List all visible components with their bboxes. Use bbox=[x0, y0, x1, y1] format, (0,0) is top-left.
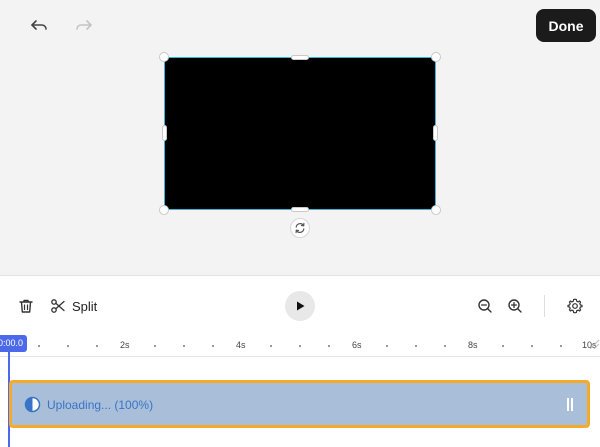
clip-upload-status: Uploading... (100%) bbox=[47, 398, 154, 412]
undo-arrow-icon bbox=[31, 20, 47, 30]
ruler-tick-label: 4s bbox=[236, 340, 246, 350]
resize-handle-top-left[interactable] bbox=[159, 52, 169, 62]
playhead-time[interactable]: 0:00.0 bbox=[0, 335, 28, 352]
redo-button[interactable] bbox=[69, 11, 99, 41]
zoom-out-button[interactable] bbox=[470, 291, 500, 321]
toolbar-divider bbox=[544, 295, 545, 317]
video-clip-track[interactable]: Uploading... (100%) bbox=[9, 380, 590, 428]
ruler-minor-tick bbox=[299, 345, 301, 347]
undo-button[interactable] bbox=[24, 11, 54, 41]
ruler-minor-tick bbox=[183, 345, 185, 347]
play-icon bbox=[297, 301, 305, 311]
ruler-minor-tick bbox=[270, 345, 272, 347]
ruler-minor-tick bbox=[328, 345, 330, 347]
rotate-icon bbox=[295, 222, 305, 234]
ruler-minor-tick bbox=[96, 345, 98, 347]
split-button[interactable]: Split bbox=[50, 291, 97, 321]
ruler-tick-label: 8s bbox=[468, 340, 478, 350]
ruler-minor-tick bbox=[386, 345, 388, 347]
resize-handle-left[interactable] bbox=[162, 125, 167, 141]
ruler-minor-tick bbox=[415, 345, 417, 347]
resize-handle-bottom-left[interactable] bbox=[159, 205, 169, 215]
resize-handle-bottom[interactable] bbox=[291, 207, 309, 212]
trash-icon bbox=[19, 299, 33, 313]
clip-trim-handle[interactable] bbox=[567, 398, 573, 411]
redo-arrow-icon bbox=[76, 20, 92, 30]
play-button[interactable] bbox=[285, 291, 315, 321]
zoom-out-icon bbox=[478, 299, 492, 313]
resize-handle-right[interactable] bbox=[433, 125, 438, 141]
ruler-minor-tick bbox=[444, 345, 446, 347]
gear-icon bbox=[567, 298, 583, 314]
zoom-in-button[interactable] bbox=[500, 291, 530, 321]
ruler-minor-tick bbox=[560, 345, 562, 347]
ruler-minor-tick bbox=[212, 345, 214, 347]
resize-handle-top[interactable] bbox=[291, 55, 309, 60]
ruler-minor-tick bbox=[38, 345, 40, 347]
timeline-corner-grip-icon bbox=[589, 339, 600, 350]
ruler-minor-tick bbox=[154, 345, 156, 347]
resize-handle-top-right[interactable] bbox=[431, 52, 441, 62]
ruler-minor-tick bbox=[67, 345, 69, 347]
ruler-minor-tick bbox=[502, 345, 504, 347]
zoom-in-icon bbox=[508, 299, 522, 313]
split-label: Split bbox=[72, 298, 98, 314]
upload-progress-icon bbox=[24, 396, 41, 413]
resize-handle-bottom-right[interactable] bbox=[431, 205, 441, 215]
scissors-icon bbox=[51, 299, 65, 313]
delete-button[interactable] bbox=[11, 291, 41, 321]
done-button[interactable]: Done bbox=[536, 9, 596, 42]
timeline-ruler[interactable]: 2s 4s 6s 8s 10s bbox=[0, 335, 600, 357]
ruler-tick-label: 6s bbox=[352, 340, 362, 350]
rotate-button[interactable] bbox=[290, 218, 310, 238]
settings-button[interactable] bbox=[560, 291, 590, 321]
video-preview[interactable] bbox=[159, 52, 441, 215]
ruler-minor-tick bbox=[531, 345, 533, 347]
preview-stage: Done bbox=[0, 0, 600, 276]
ruler-tick-label: 2s bbox=[120, 340, 130, 350]
